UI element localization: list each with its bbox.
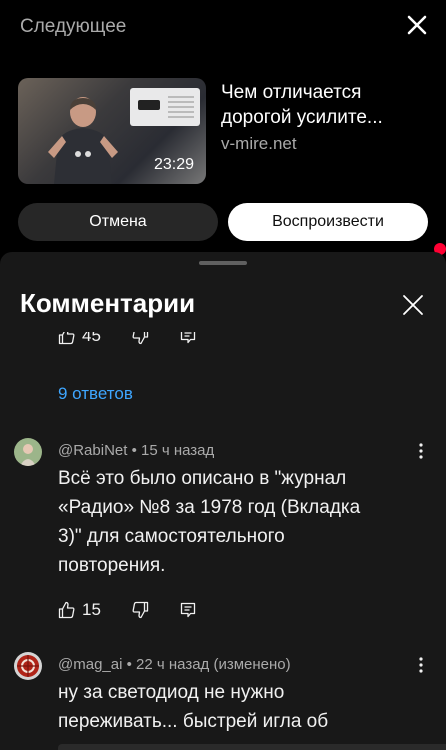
- like-count: 15: [82, 600, 101, 619]
- video-thumbnail[interactable]: 23:29: [18, 78, 206, 184]
- thumbnail-screen: [130, 88, 200, 126]
- reply-action[interactable]: [179, 332, 197, 345]
- dislike-action[interactable]: [131, 601, 149, 619]
- video-title[interactable]: Чем отличается дорогой усилите...: [221, 80, 426, 130]
- comment-time: 15 ч назад: [141, 442, 215, 459]
- comment-time: 22 ч назад (изменено): [136, 656, 291, 673]
- comments-list[interactable]: 45 9 ответов @RabiNet • 15 ч назад Всё э…: [0, 332, 446, 750]
- thumb-down-icon: [132, 332, 149, 345]
- previous-comment-actions: 45: [58, 332, 227, 348]
- comment-line: «Радио» №8 за 1978 год (Вкладка: [58, 497, 361, 518]
- play-button[interactable]: Воспроизвести: [228, 203, 428, 241]
- avatar-image: [14, 438, 42, 466]
- dislike-action[interactable]: [131, 332, 149, 345]
- comment-line: 3)" для самостоятельного: [58, 526, 285, 547]
- avatar[interactable]: [14, 438, 42, 466]
- thumbnail-text: [168, 96, 194, 118]
- thumb-up-icon: [58, 332, 75, 345]
- reply-icon: [180, 332, 196, 344]
- close-icon[interactable]: [406, 14, 428, 36]
- like-action[interactable]: 45: [58, 332, 101, 346]
- comment-meta: @RabiNet • 15 ч назад: [58, 442, 214, 459]
- thumbnail-device: [138, 100, 160, 110]
- comment-line: Всё это было описано в "журнал: [58, 468, 347, 489]
- close-icon[interactable]: [402, 294, 424, 316]
- cancel-button[interactable]: Отмена: [18, 203, 218, 241]
- drag-handle[interactable]: [199, 261, 247, 265]
- video-channel: v-mire.net: [221, 134, 297, 153]
- comment-author[interactable]: @mag_ai: [58, 656, 122, 673]
- video-duration: 23:29: [153, 156, 194, 173]
- replies-link[interactable]: 9 ответов: [58, 384, 133, 404]
- comment-text: Всё это было описано в "журнал «Радио» №…: [58, 464, 428, 580]
- composer-bar-edge: [58, 744, 446, 750]
- up-next-heading: Следующее: [20, 16, 127, 37]
- meta-separator: •: [131, 442, 142, 459]
- comment-author[interactable]: @RabiNet: [58, 442, 127, 459]
- up-next-overlay: Следующее 23:29 Чем отличается дорогой у…: [0, 0, 446, 255]
- comment-meta: @mag_ai • 22 ч назад (изменено): [58, 656, 291, 673]
- thumb-up-icon: [58, 601, 75, 619]
- comments-title: Комментарии: [20, 288, 196, 318]
- video-title-line: дорогой усилите...: [221, 107, 383, 128]
- more-vert-icon[interactable]: [418, 656, 424, 674]
- video-title-line: Чем отличается: [221, 82, 362, 103]
- like-action[interactable]: 15: [58, 600, 101, 620]
- avatar[interactable]: [14, 652, 42, 680]
- reply-action[interactable]: [179, 601, 197, 619]
- comment-text: ну за светодиод не нужно переживать... б…: [58, 678, 428, 736]
- comment-line: повторения.: [58, 555, 166, 576]
- meta-separator: •: [126, 656, 137, 673]
- comment-actions: 15: [58, 600, 227, 620]
- comments-sheet: Комментарии 45 9 ответов @RabiNet • 15 ч…: [0, 252, 446, 750]
- thumbnail-person: [48, 97, 118, 184]
- comment-line: ну за светодиод не нужно: [58, 682, 285, 703]
- thumb-down-icon: [132, 601, 149, 619]
- like-count: 45: [82, 332, 101, 345]
- comment-line: переживать... быстрей игла об: [58, 711, 329, 732]
- reply-icon: [180, 602, 196, 618]
- avatar-image: [14, 652, 42, 680]
- more-vert-icon[interactable]: [418, 442, 424, 460]
